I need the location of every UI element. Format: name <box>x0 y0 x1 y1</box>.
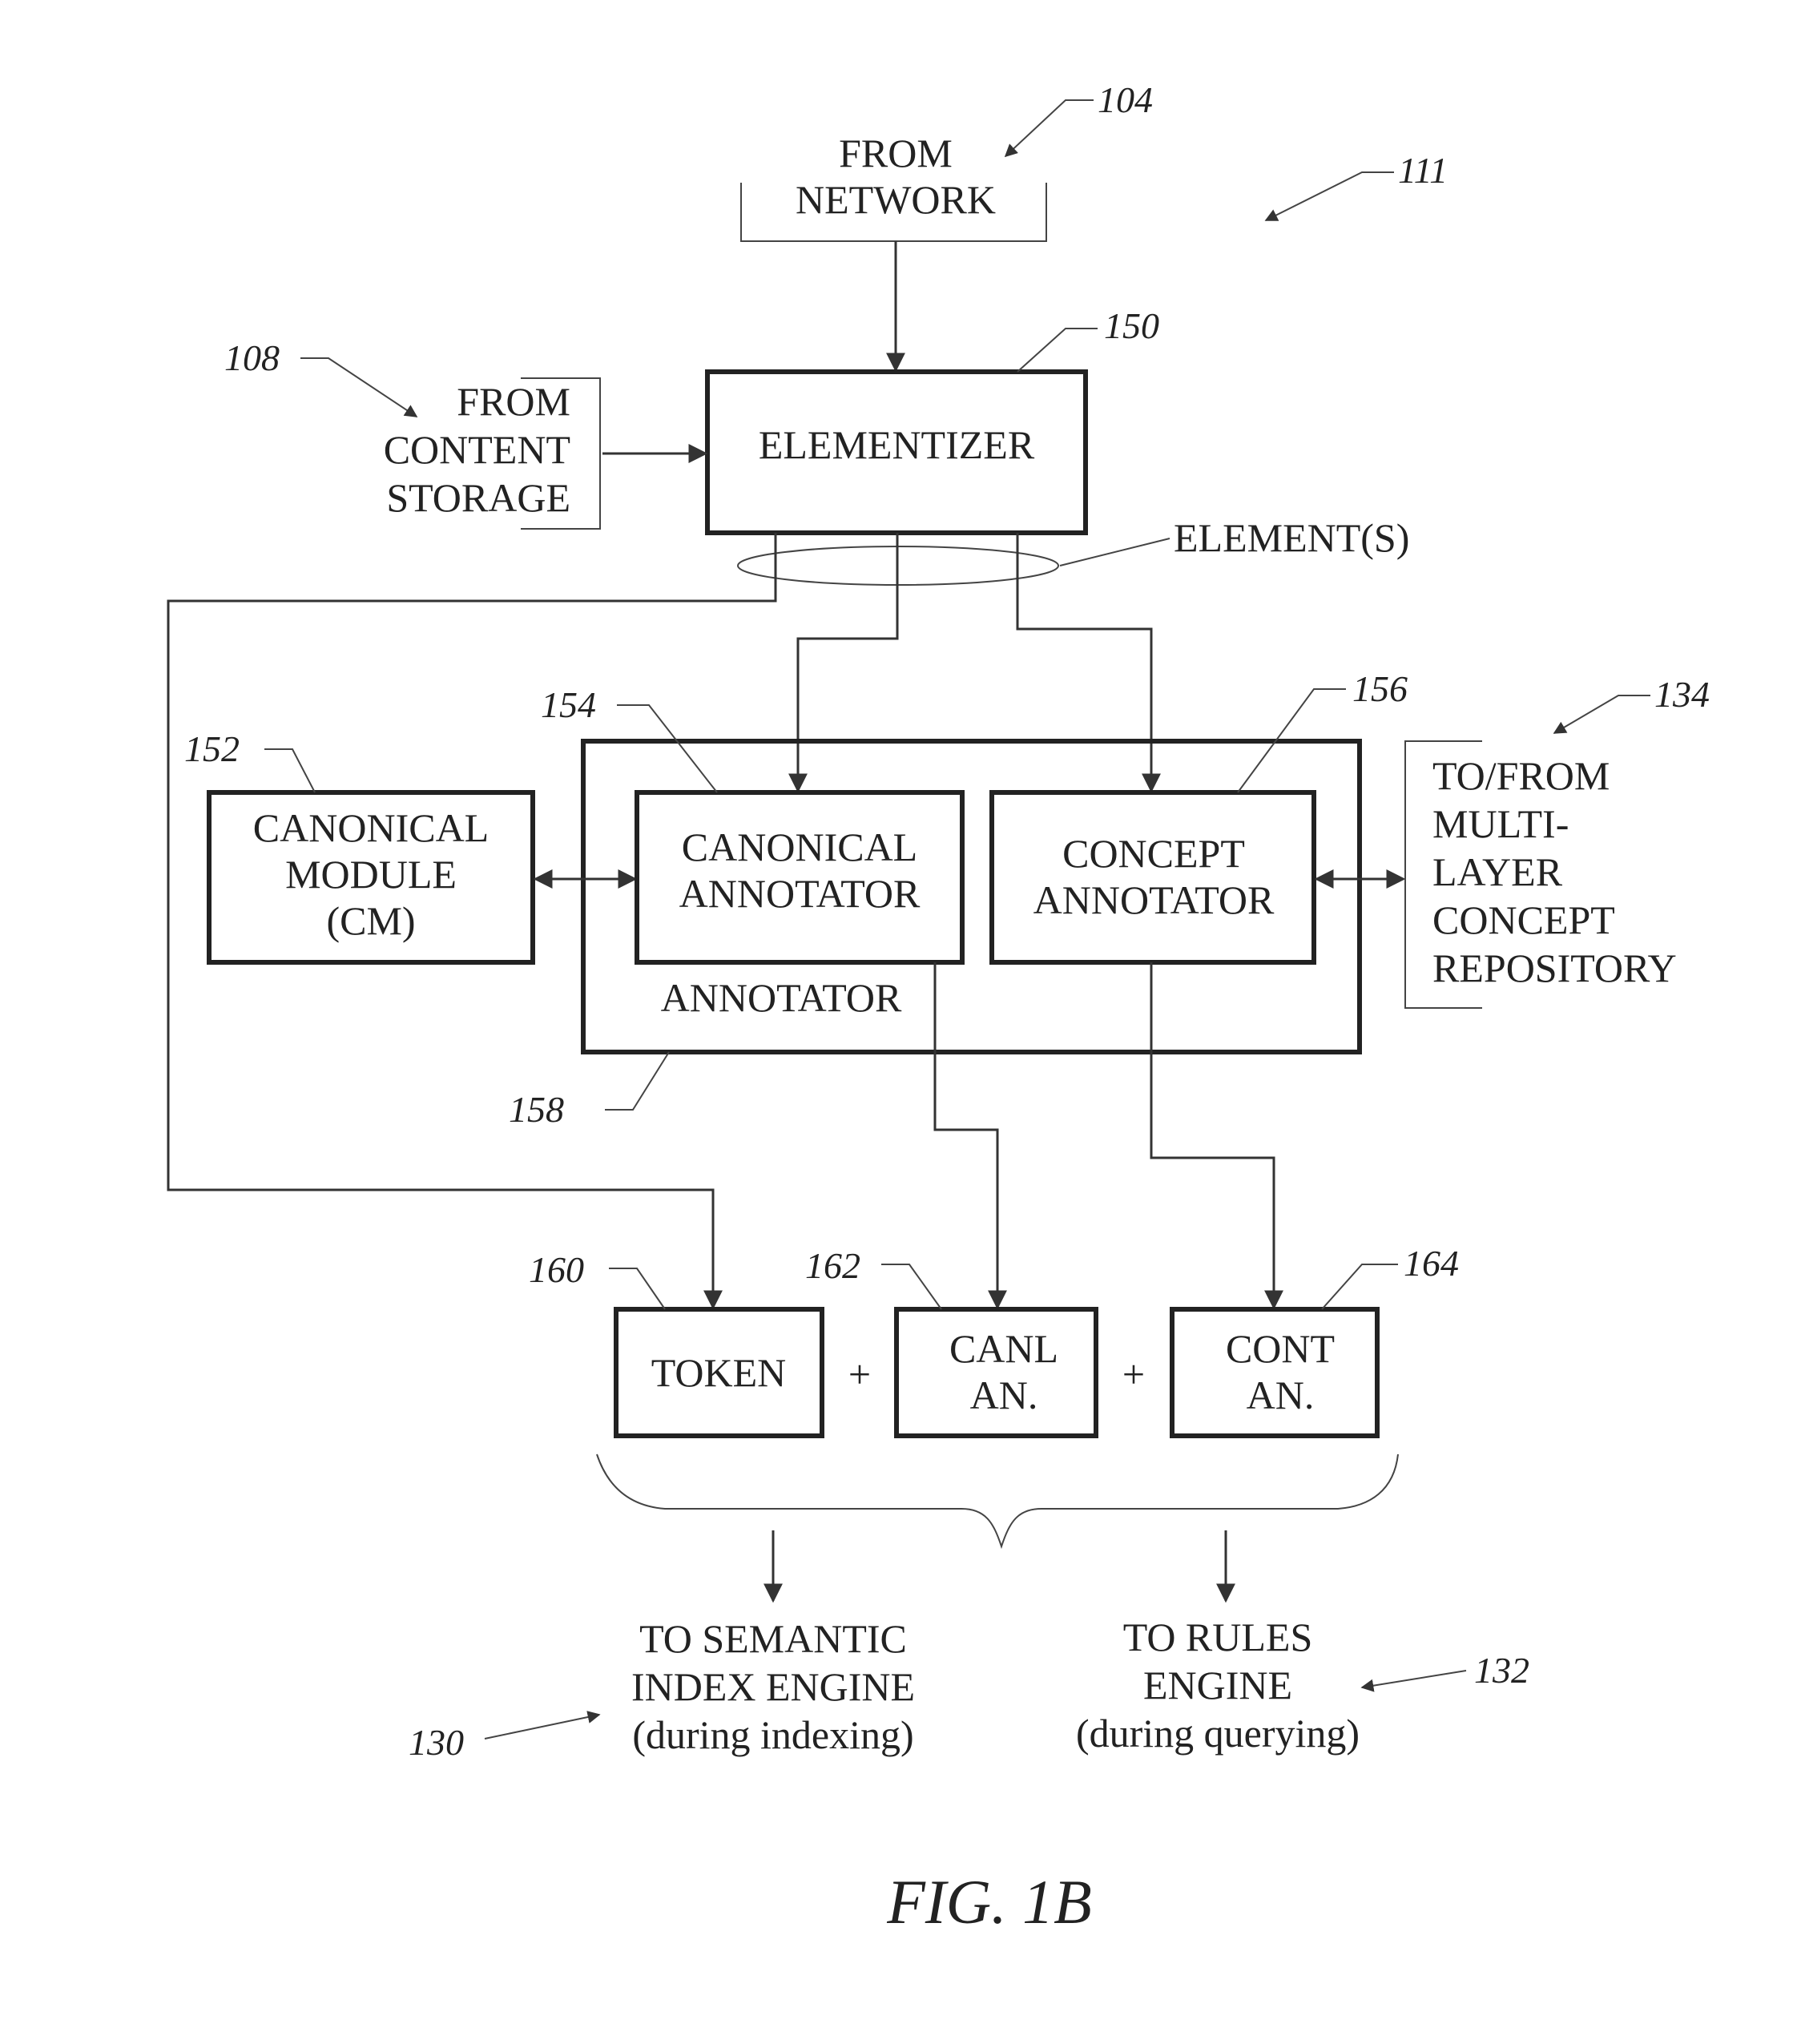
annotator-label: ANNOTATOR <box>661 975 902 1020</box>
svg-text:152: 152 <box>184 728 240 769</box>
svg-text:158: 158 <box>509 1089 564 1130</box>
elements-leader <box>1059 538 1170 566</box>
token-box: TOKEN <box>614 1307 824 1438</box>
svg-text:AN.: AN. <box>970 1373 1038 1417</box>
svg-text:CONT: CONT <box>1226 1326 1335 1371</box>
content-storage-input: FROM CONTENT STORAGE <box>384 377 601 530</box>
svg-text:ENGINE: ENGINE <box>1143 1663 1292 1707</box>
arrow-concept-to-cont <box>1150 962 1283 1310</box>
svg-text:FROM: FROM <box>457 379 570 424</box>
svg-text:CANONICAL: CANONICAL <box>682 824 917 869</box>
svg-text:ANNOTATOR: ANNOTATOR <box>1033 877 1275 922</box>
network-input: FROM NETWORK <box>740 131 1047 242</box>
svg-text:TO/FROM: TO/FROM <box>1432 753 1610 798</box>
svg-text:132: 132 <box>1474 1650 1529 1691</box>
canonical-module-box: CANONICAL MODULE (CM) <box>207 790 535 965</box>
svg-text:160: 160 <box>529 1249 584 1290</box>
svg-text:TOKEN: TOKEN <box>651 1350 787 1395</box>
svg-text:AN.: AN. <box>1247 1373 1315 1417</box>
ref-156: 156 <box>1237 668 1408 793</box>
canl-box: CANL AN. <box>894 1307 1098 1438</box>
svg-text:MULTI-: MULTI- <box>1432 801 1569 846</box>
network-label-line2: NETWORK <box>796 177 996 222</box>
ref-158: 158 <box>509 1051 670 1130</box>
ref-162: 162 <box>805 1245 942 1310</box>
ref-111: 111 <box>1264 150 1448 221</box>
svg-text:MODULE: MODULE <box>285 852 457 897</box>
ref-132: 132 <box>1360 1650 1529 1692</box>
ref-104: 104 <box>1004 79 1153 158</box>
ref-152: 152 <box>184 728 316 793</box>
plus-1: + <box>848 1352 871 1397</box>
svg-text:TO SEMANTIC: TO SEMANTIC <box>639 1616 907 1661</box>
ref-130: 130 <box>409 1711 601 1763</box>
plus-2: + <box>1122 1352 1145 1397</box>
semantic-index-destination: TO SEMANTIC INDEX ENGINE (during indexin… <box>631 1616 915 1757</box>
arrow-elements-to-concept-annotator <box>1016 533 1161 793</box>
svg-text:REPOSITORY: REPOSITORY <box>1432 945 1677 990</box>
svg-text:156: 156 <box>1352 668 1408 709</box>
rules-engine-destination: TO RULES ENGINE (during querying) <box>1076 1615 1360 1756</box>
svg-text:LAYER: LAYER <box>1432 849 1563 894</box>
svg-text:TO RULES: TO RULES <box>1123 1615 1313 1659</box>
ref-160: 160 <box>529 1249 666 1310</box>
svg-text:STORAGE: STORAGE <box>386 475 570 520</box>
svg-text:CONCEPT: CONCEPT <box>1432 897 1615 942</box>
arrow-elements-to-token <box>167 533 777 1310</box>
svg-text:154: 154 <box>541 684 596 725</box>
svg-text:CANL: CANL <box>949 1326 1058 1371</box>
ref-164: 164 <box>1321 1243 1459 1310</box>
ref-134: 134 <box>1553 674 1710 734</box>
arrow-elements-to-canonical-annotator <box>788 533 899 793</box>
svg-text:134: 134 <box>1654 674 1710 715</box>
svg-text:(during indexing): (during indexing) <box>632 1712 913 1757</box>
elements-label: ELEMENT(S) <box>1174 515 1409 560</box>
svg-text:CONTENT: CONTENT <box>384 427 570 472</box>
svg-text:162: 162 <box>805 1245 860 1286</box>
svg-text:108: 108 <box>224 337 280 378</box>
concept-annotator-box: CONCEPT ANNOTATOR <box>989 790 1316 965</box>
svg-text:150: 150 <box>1104 305 1159 346</box>
canonical-annotator-box: CANONICAL ANNOTATOR <box>635 790 965 965</box>
grouping-brace <box>596 1453 1399 1550</box>
elementizer-box: ELEMENTIZER <box>705 369 1088 535</box>
svg-text:130: 130 <box>409 1722 464 1763</box>
arrow-canonical-to-canl <box>933 962 1007 1310</box>
figure-label: FIG. 1B <box>886 1867 1092 1937</box>
svg-text:111: 111 <box>1398 150 1448 191</box>
svg-text:(during querying): (during querying) <box>1076 1711 1360 1756</box>
ref-154: 154 <box>541 684 718 793</box>
svg-text:ANNOTATOR: ANNOTATOR <box>679 871 921 916</box>
diagram-canvas: FROM NETWORK 104 111 ELEMENTIZER 150 FRO… <box>167 79 1710 1937</box>
ref-150: 150 <box>1017 305 1159 373</box>
network-label-line1: FROM <box>839 131 953 175</box>
cont-box: CONT AN. <box>1170 1307 1380 1438</box>
svg-text:CONCEPT: CONCEPT <box>1062 831 1245 876</box>
svg-text:(CM): (CM) <box>326 898 415 943</box>
svg-text:104: 104 <box>1098 79 1153 120</box>
repository-output: TO/FROM MULTI- LAYER CONCEPT REPOSITORY <box>1404 740 1677 1009</box>
svg-text:INDEX ENGINE: INDEX ENGINE <box>631 1664 915 1709</box>
elementizer-label: ELEMENTIZER <box>759 422 1035 467</box>
ref-108: 108 <box>224 337 418 417</box>
svg-text:164: 164 <box>1404 1243 1459 1284</box>
svg-text:CANONICAL: CANONICAL <box>253 805 489 850</box>
